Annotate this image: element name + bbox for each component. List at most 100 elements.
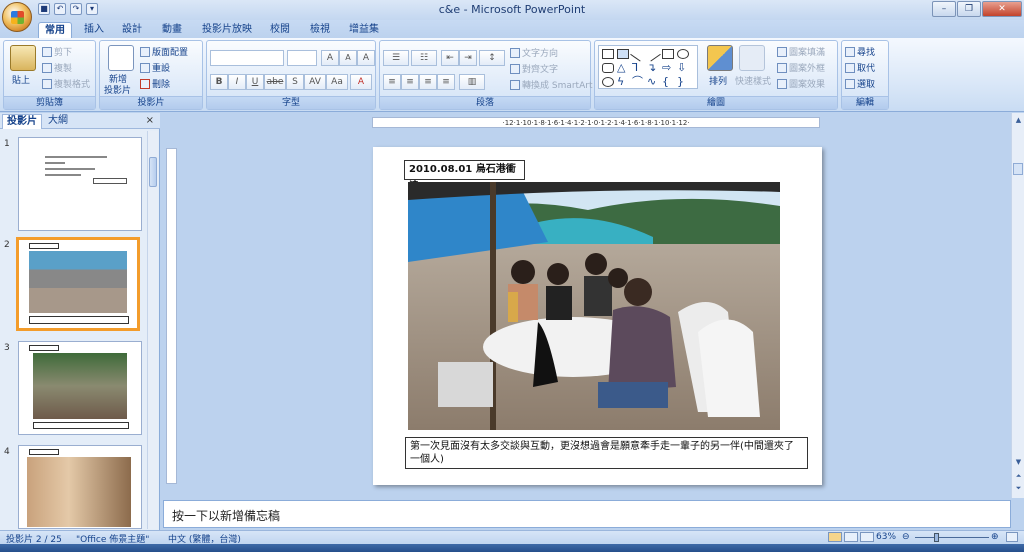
shape-outline-button[interactable]: 圖案外框 — [777, 61, 825, 74]
slide-thumbnail-selected[interactable] — [16, 237, 140, 331]
rounded-rect-icon[interactable] — [602, 63, 614, 73]
brace-left-icon[interactable]: { — [662, 76, 674, 87]
tab-addins[interactable]: 增益集 — [346, 22, 382, 38]
text-direction-button[interactable]: 文字方向 — [510, 46, 558, 59]
rectangle-shape-icon[interactable] — [602, 49, 614, 59]
find-button[interactable]: 尋找 — [845, 45, 875, 58]
sorter-view-icon[interactable] — [844, 532, 858, 542]
next-slide-icon[interactable]: ⏷ — [1013, 483, 1024, 494]
tab-outline-panel[interactable]: 大綱 — [44, 114, 72, 129]
arrange-button[interactable]: 排列 — [709, 74, 727, 87]
scroll-down-icon[interactable]: ▼ — [1013, 457, 1024, 468]
rect2-shape-icon[interactable] — [662, 49, 674, 59]
wave-icon[interactable]: ∿ — [647, 76, 659, 87]
tab-slideshow[interactable]: 投影片放映 — [198, 22, 256, 38]
elbow-icon[interactable]: ↴ — [647, 62, 659, 73]
tab-home[interactable]: 常用 — [38, 22, 72, 38]
align-right-icon[interactable]: ≡ — [419, 74, 437, 90]
slides-pane-scrollbar[interactable] — [147, 131, 158, 529]
slide-canvas[interactable]: 2010.08.01 烏石港衝浪 — [373, 147, 822, 485]
decrease-indent-icon[interactable]: ⇤ — [441, 50, 459, 66]
font-size-field[interactable] — [287, 50, 317, 66]
justify-icon[interactable]: ≡ — [437, 74, 455, 90]
fit-window-icon[interactable] — [1006, 532, 1018, 542]
align-text-button[interactable]: 對齊文字 — [510, 62, 558, 75]
office-button[interactable] — [2, 2, 32, 32]
bold-button[interactable]: B — [210, 74, 228, 90]
close-button[interactable]: ✕ — [982, 1, 1022, 17]
columns-icon[interactable]: ▥ — [459, 74, 485, 90]
slide-thumbnail[interactable] — [18, 137, 142, 231]
paste-button[interactable]: 貼上 — [12, 73, 30, 86]
scroll-thumb[interactable] — [1013, 163, 1023, 175]
tab-view[interactable]: 檢視 — [306, 22, 334, 38]
zoom-slider-thumb[interactable] — [934, 533, 939, 542]
notes-pane[interactable]: 按一下以新增備忘稿 — [163, 500, 1011, 528]
normal-view-icon[interactable] — [828, 532, 842, 542]
delete-button[interactable]: 刪除 — [140, 77, 170, 90]
curve-icon[interactable]: ⌒ — [632, 76, 644, 87]
tab-insert[interactable]: 插入 — [80, 22, 108, 38]
shape-effects-button[interactable]: 圖案效果 — [777, 77, 825, 90]
prev-slide-icon[interactable]: ⏶ — [1013, 471, 1024, 482]
font-name-field[interactable] — [210, 50, 284, 66]
char-spacing-button[interactable]: AV — [304, 74, 326, 90]
zoom-out-icon[interactable]: ⊖ — [902, 532, 910, 542]
format-painter-button[interactable]: 複製格式 — [42, 77, 90, 90]
textbox-shape-icon[interactable] — [617, 49, 629, 59]
shape-fill-button[interactable]: 圖案填滿 — [777, 45, 825, 58]
slide-thumbnail[interactable] — [18, 341, 142, 435]
change-case-button[interactable]: Aa — [326, 74, 348, 90]
tab-design[interactable]: 設計 — [118, 22, 146, 38]
slideshow-view-icon[interactable] — [860, 532, 874, 542]
layout-button[interactable]: 版面配置 — [140, 45, 188, 58]
align-left-icon[interactable]: ≡ — [383, 74, 401, 90]
bullets-icon[interactable]: ☰ — [383, 50, 409, 66]
quick-styles-button[interactable]: 快速樣式 — [735, 74, 771, 87]
right-arrow-shape-icon[interactable]: ⇨ — [662, 62, 674, 73]
italic-button[interactable]: I — [228, 74, 246, 90]
minimize-button[interactable]: – — [932, 1, 956, 17]
triangle-shape-icon[interactable]: △ — [617, 62, 629, 73]
font-color-button[interactable]: A — [350, 74, 372, 90]
maximize-button[interactable]: ❐ — [957, 1, 981, 17]
zoom-in-icon[interactable]: ⊕ — [991, 532, 999, 542]
tab-animation[interactable]: 動畫 — [158, 22, 186, 38]
arrow-line-icon[interactable] — [645, 46, 661, 62]
scroll-up-icon[interactable]: ▲ — [1013, 115, 1024, 126]
line-shape-icon[interactable] — [630, 46, 646, 62]
align-center-icon[interactable]: ≡ — [401, 74, 419, 90]
cut-button[interactable]: 剪下 — [42, 45, 72, 58]
connector-icon[interactable]: ⅂ — [632, 62, 644, 73]
brace-right-icon[interactable]: } — [677, 76, 689, 87]
clear-format-button[interactable]: A — [357, 50, 375, 66]
shadow-button[interactable]: S — [286, 74, 304, 90]
close-pane-icon[interactable]: × — [146, 115, 154, 126]
reset-button[interactable]: 重設 — [140, 61, 170, 74]
lightning-icon[interactable]: ϟ — [617, 76, 629, 87]
slide-title-textbox[interactable]: 2010.08.01 烏石港衝浪 — [404, 160, 525, 192]
tab-slides-panel[interactable]: 投影片 — [2, 114, 42, 129]
scroll-thumb[interactable] — [149, 157, 157, 187]
grow-font-button[interactable]: A — [321, 50, 339, 66]
slide-photo[interactable] — [408, 182, 780, 430]
down-arrow-shape-icon[interactable]: ⇩ — [677, 62, 689, 73]
slide-caption-textbox[interactable]: 第一次見面沒有太多交談與互動，更沒想過會是願意牽手走一輩子的另一伴(中間還夾了一… — [405, 437, 808, 469]
select-button[interactable]: 選取 — [845, 77, 875, 90]
shapes-gallery[interactable]: △ ⅂ ↴ ⇨ ⇩ ϟ ⌒ ∿ { } — [598, 45, 698, 89]
workspace-scrollbar[interactable]: ▲ ▼ ⏶ ⏷ — [1011, 113, 1024, 498]
copy-button[interactable]: 複製 — [42, 61, 72, 74]
replace-button[interactable]: 取代 — [845, 61, 875, 74]
strikethrough-button[interactable]: abe — [264, 74, 286, 90]
underline-button[interactable]: U — [246, 74, 264, 90]
numbering-icon[interactable]: ☷ — [411, 50, 437, 66]
new-slide-label[interactable]: 投影片 — [104, 83, 131, 96]
zoom-slider[interactable] — [915, 537, 989, 538]
increase-indent-icon[interactable]: ⇥ — [459, 50, 477, 66]
line-spacing-icon[interactable]: ↕ — [479, 50, 505, 66]
oval-shape-icon[interactable] — [677, 49, 689, 59]
slide-thumbnail[interactable] — [18, 445, 142, 529]
shrink-font-button[interactable]: A — [339, 50, 357, 66]
smartart-button[interactable]: 轉換成 SmartArt — [510, 78, 592, 91]
zoom-level[interactable]: 63% — [876, 532, 896, 542]
